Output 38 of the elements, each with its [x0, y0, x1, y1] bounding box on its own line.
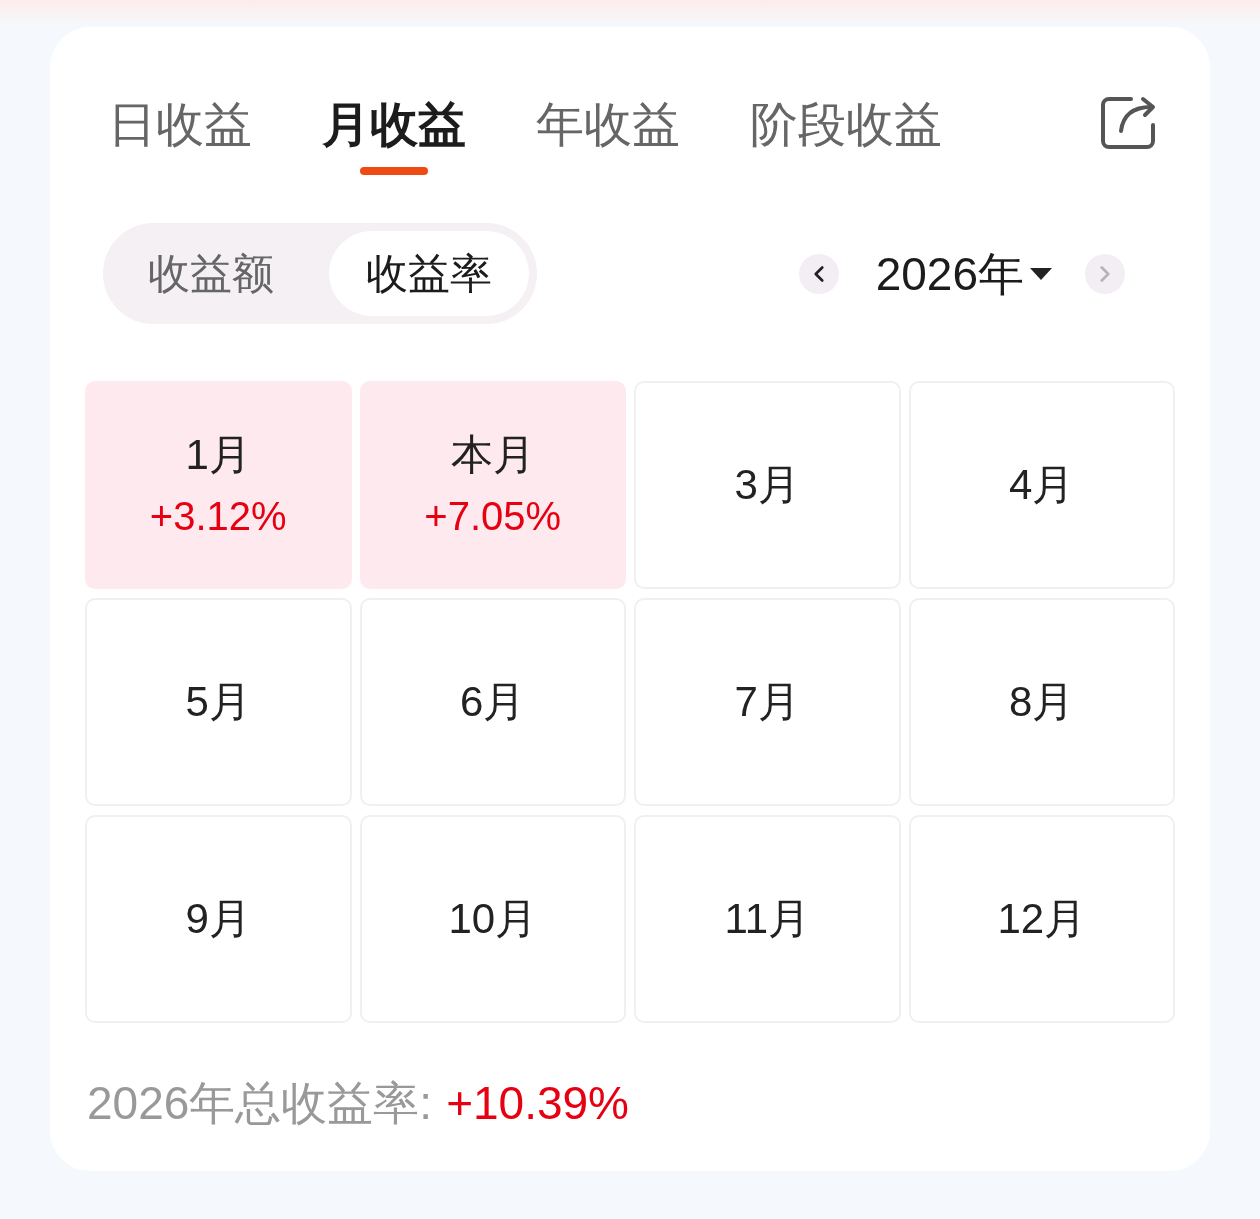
- month-tile[interactable]: 1月 +3.12%: [85, 381, 352, 589]
- month-return: +7.05%: [424, 493, 562, 540]
- month-label: 7月: [734, 677, 800, 727]
- month-label: 8月: [1009, 677, 1075, 727]
- month-tile[interactable]: 5月: [85, 598, 352, 806]
- month-label: 4月: [1009, 460, 1075, 510]
- caret-down-icon: [1030, 267, 1052, 280]
- month-tile[interactable]: 3月: [634, 381, 901, 589]
- month-return: +3.12%: [149, 493, 287, 540]
- month-tile[interactable]: 8月: [908, 598, 1175, 806]
- summary-value: +10.39%: [446, 1076, 629, 1131]
- share-button[interactable]: [1101, 95, 1157, 151]
- month-label: 11月: [724, 894, 811, 944]
- summary-label: 2026年总收益率:: [87, 1076, 433, 1131]
- month-tile[interactable]: 本月 +7.05%: [359, 381, 626, 589]
- month-tile[interactable]: 4月: [908, 381, 1175, 589]
- year-dropdown[interactable]: 2026年: [875, 245, 1052, 302]
- month-label: 3月: [734, 460, 800, 510]
- mode-option[interactable]: 收益率: [329, 231, 529, 316]
- month-tile[interactable]: 12月: [908, 815, 1175, 1023]
- month-label: 5月: [185, 677, 251, 727]
- month-tile[interactable]: 7月: [634, 598, 901, 806]
- share-icon: [1101, 95, 1157, 151]
- month-tile[interactable]: 11月: [634, 815, 901, 1023]
- period-tab[interactable]: 年收益: [536, 97, 680, 175]
- month-label: 6月: [460, 677, 526, 727]
- month-tile[interactable]: 10月: [359, 815, 626, 1023]
- period-tab[interactable]: 日收益: [108, 97, 252, 175]
- month-label: 9月: [185, 894, 251, 944]
- month-label: 本月: [450, 430, 535, 480]
- month-label: 1月: [185, 430, 251, 480]
- month-label: 10月: [448, 894, 538, 944]
- period-tab[interactable]: 月收益: [322, 97, 466, 175]
- month-tile[interactable]: 9月: [85, 815, 352, 1023]
- month-label: 12月: [997, 894, 1087, 944]
- mode-option[interactable]: 收益额: [111, 231, 311, 316]
- month-tile[interactable]: 6月: [359, 598, 626, 806]
- period-tab[interactable]: 阶段收益: [750, 97, 942, 175]
